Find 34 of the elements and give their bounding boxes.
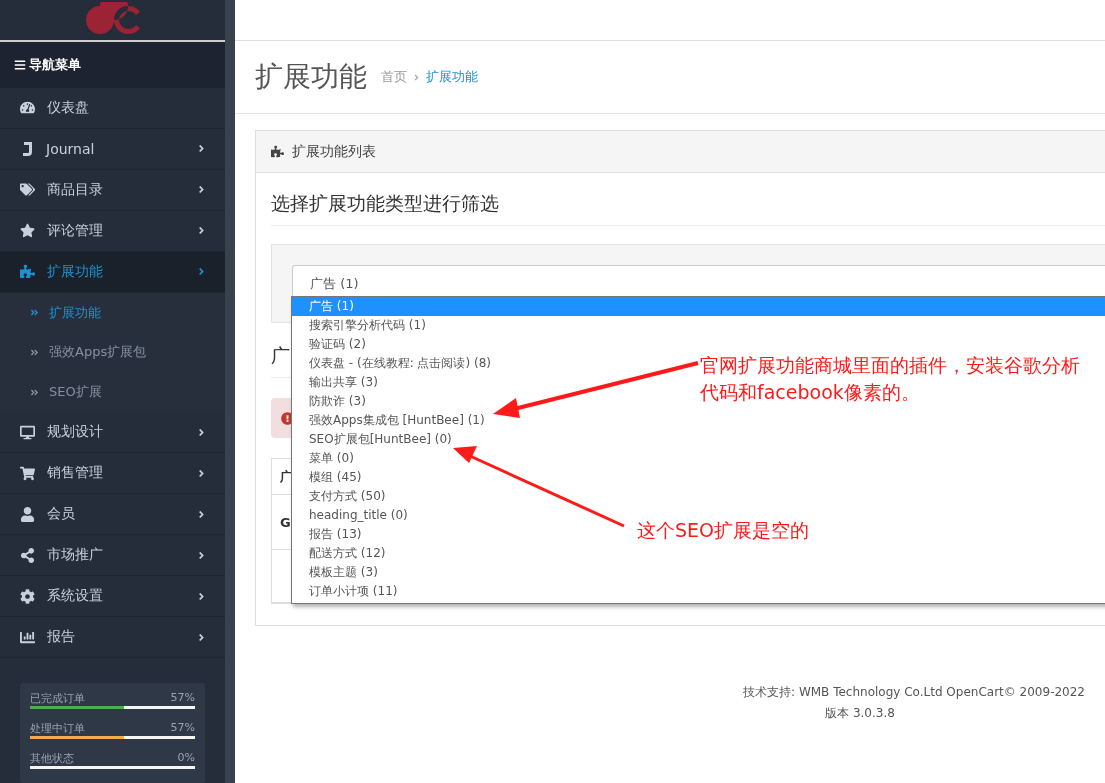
- bar-chart-icon: [20, 629, 35, 645]
- tag-icon: [20, 182, 35, 198]
- star-icon: [20, 223, 35, 239]
- scrollbar[interactable]: [225, 0, 235, 783]
- share-icon: [20, 547, 35, 563]
- annotation-text: 官网扩展功能商城里面的插件，安装谷歌分析代码和facebook像素的。: [700, 353, 1081, 405]
- stat-label: 已完成订单: [30, 691, 85, 706]
- annotation-text: 这个SEO扩展是空的: [637, 518, 810, 543]
- stat-percent: 57%: [170, 721, 195, 736]
- settings-icon: [20, 588, 35, 604]
- double-chevron-icon: [30, 387, 39, 397]
- nav-header: 导航菜单: [0, 41, 225, 88]
- double-chevron-icon: [30, 308, 39, 317]
- breadcrumb-link[interactable]: 扩展功能: [426, 68, 478, 86]
- cart-icon: [20, 465, 35, 481]
- filter-heading: 选择扩展功能类型进行筛选: [271, 173, 1105, 226]
- puzzle-icon: [271, 145, 284, 158]
- version-text: 版本 3.0.3.8: [825, 705, 895, 722]
- double-chevron-icon: [30, 347, 39, 357]
- dashboard-icon: [20, 100, 35, 116]
- footer-credit: 技术支持: WMB Technology Co.Ltd OpenCart© 2009-2022: [743, 684, 1085, 701]
- monitor-icon: [20, 424, 35, 440]
- puzzle-icon: [20, 264, 35, 280]
- breadcrumb-separator-icon: [412, 72, 421, 82]
- stat-label: 处理中订单: [30, 721, 85, 736]
- stat-label: 其他状态: [30, 751, 74, 766]
- page-title: 扩展功能: [255, 59, 367, 95]
- j-icon: [20, 140, 34, 157]
- menu-icon: [14, 58, 26, 71]
- user-icon: [20, 506, 35, 522]
- stat-percent: 0%: [177, 751, 195, 766]
- stat-percent: 57%: [170, 691, 195, 706]
- menu-item[interactable]: 扩展功能: [0, 251, 225, 293]
- panel-heading: 扩展功能列表: [256, 131, 1105, 173]
